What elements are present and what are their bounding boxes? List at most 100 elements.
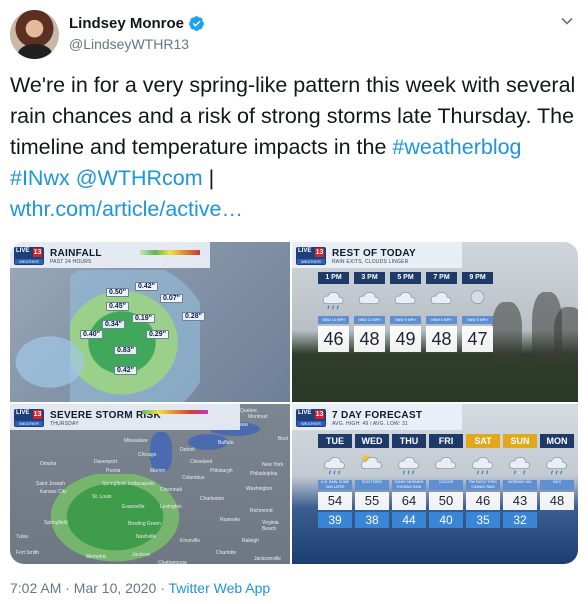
city-label: Chattanooga [158, 560, 187, 564]
cloud-icon [356, 286, 383, 312]
day-high: 64 [392, 492, 426, 510]
city-label: Evansville [122, 504, 145, 510]
city-label: Nashville [136, 534, 157, 540]
day-high: 55 [355, 492, 389, 510]
cloud-rain-icon [320, 286, 347, 312]
city-label: New York [262, 462, 284, 468]
day-high: 54 [318, 492, 352, 510]
avatar[interactable] [10, 10, 59, 59]
city-label: St. Louis [92, 494, 112, 500]
seven-day-forecast-image[interactable]: LIVE 13 WEATHER 7 DAY FORECAST AVG. HIGH: … [292, 404, 578, 564]
live-doppler-logo: LIVE 13 WEATHER [14, 409, 44, 427]
city-label: Milwaukee [124, 438, 148, 444]
city-label: Bowling Green [128, 521, 161, 527]
city-label: Saint Joseph [36, 481, 65, 487]
daily-forecast-column: SAT RW EARLY THEN CHANCE RAIN 46 35 [466, 434, 500, 552]
city-label: Indianapolis [128, 481, 155, 487]
day-description: SCATTERED [355, 480, 389, 490]
risk-scale [142, 410, 208, 414]
city-label: Fort Smith [16, 550, 40, 556]
day-high: 46 [466, 492, 500, 510]
day-description: SUNNY MORNING EVENING RAIN [392, 480, 426, 490]
city-label: Kansas City [40, 489, 67, 495]
author-name[interactable]: Lindsey Monroe [69, 15, 184, 32]
city-label: Charleston [200, 496, 225, 502]
daily-forecast-column: THU SUNNY MORNING EVENING RAIN 64 44 [392, 434, 426, 552]
day-description: COOLER [429, 480, 463, 490]
hour-wind: NNW 9 MPH [390, 316, 421, 324]
city-label: Omaha [40, 461, 57, 467]
article-link[interactable]: wthr.com/article/active… [10, 197, 243, 221]
rain-total: 0.29" [146, 330, 169, 339]
rest-of-today-image[interactable]: LIVE 13 WEATHER REST OF TODAY RAIN EXITS, … [292, 242, 578, 402]
rain-total: 0.34" [102, 320, 125, 329]
city-label: Detroit [180, 447, 195, 453]
day-description: MILD [540, 480, 574, 490]
tweet-header: Lindsey Monroe @LindseyWTHR13 [10, 10, 578, 60]
city-label: Jackson [132, 552, 151, 558]
city-label: Ottawa [232, 422, 248, 428]
cloud-icon [428, 286, 455, 312]
hour-wind: NNW 14 MPH [318, 316, 349, 324]
day-high: 50 [429, 492, 463, 510]
rest-of-today-title: REST OF TODAY [332, 248, 416, 259]
city-label: Lexington [160, 504, 182, 510]
severe-storm-risk-image[interactable]: LIVE 13 WEATHER SEVERE STORM RISK THURSDAY… [10, 404, 290, 564]
city-label: Philadelphia [250, 471, 278, 477]
rainfall-map-image[interactable]: LIVE 13 WEATHER RAINFALL PAST 24 HOURS 0.4… [10, 242, 290, 402]
source-app-link[interactable]: Twitter Web App [169, 580, 271, 596]
hourly-forecast-column: 9 PM NNW 5 MPH 47 [462, 272, 493, 368]
hour-temp: 48 [354, 326, 385, 352]
city-label: Raleigh [242, 538, 259, 544]
day-label: SUN [503, 434, 537, 448]
hourly-forecast-column: 5 PM NNW 9 MPH 49 [390, 272, 421, 368]
city-label: Jacksonville [254, 556, 281, 562]
city-label: Washington [246, 486, 273, 492]
day-low: 40 [429, 512, 463, 528]
rainfall-scale [140, 250, 200, 255]
daily-forecast-column: SUN * MORNING MIX 43 32 [503, 434, 537, 552]
rain-total: 0.42" [114, 366, 137, 375]
day-label: FRI [429, 434, 463, 448]
hour-wind: NNW 12 MPH [354, 316, 385, 324]
day-description: A.M. RAIN, SOME SUN LATER [318, 480, 352, 490]
rain-total: 0.07" [160, 294, 183, 303]
day-low: 32 [503, 512, 537, 528]
daily-forecast-column: TUE A.M. RAIN, SOME SUN LATER 54 39 [318, 434, 352, 552]
weather-icon: * [506, 451, 534, 477]
day-label: TUE [318, 434, 352, 448]
hour-label: 1 PM [318, 272, 349, 284]
tweet-metadata: 7:02 AM · Mar 10, 2020 · Twitter Web App [10, 580, 270, 596]
day-high: 43 [503, 492, 537, 510]
weather-icon [321, 451, 349, 477]
moon-cloud-icon [464, 286, 491, 312]
hour-wind: NNW 5 MPH [462, 316, 493, 324]
city-label: Memphis [86, 554, 107, 560]
hashtag-weatherblog[interactable]: #weatherblog [392, 135, 521, 159]
chevron-down-icon[interactable] [560, 14, 574, 28]
city-label: Charlotte [216, 550, 237, 556]
day-low: 44 [392, 512, 426, 528]
city-label: Cleveland [190, 459, 213, 465]
weather-icon [543, 451, 571, 477]
rain-total: 0.83" [114, 346, 137, 355]
weather-icon [432, 451, 460, 477]
city-label: Peoria [106, 468, 121, 474]
separator: | [202, 166, 215, 190]
hour-label: 3 PM [354, 272, 385, 284]
hashtag-inwx[interactable]: #INwx [10, 166, 70, 190]
city-label: Cincinnati [160, 487, 182, 493]
city-label: Marion [150, 468, 166, 474]
hour-temp: 48 [426, 326, 457, 352]
rain-total: 0.50" [106, 288, 129, 297]
tweet-media-grid: LIVE 13 WEATHER RAINFALL PAST 24 HOURS 0.4… [10, 242, 578, 564]
rainfall-subtitle: PAST 24 HOURS [50, 259, 92, 265]
author-handle[interactable]: @LindseyWTHR13 [69, 36, 189, 52]
mention-wthrcom[interactable]: @WTHRcom [76, 166, 203, 190]
seven-day-title: 7 DAY FORECAST [332, 410, 423, 421]
daily-forecast-column: FRI COOLER 50 40 [429, 434, 463, 552]
city-label: Bost [278, 436, 289, 442]
day-high: 48 [540, 492, 574, 510]
tweet-timestamp[interactable]: 7:02 AM · Mar 10, 2020 · [10, 580, 169, 596]
city-label: Springfield [102, 481, 126, 487]
